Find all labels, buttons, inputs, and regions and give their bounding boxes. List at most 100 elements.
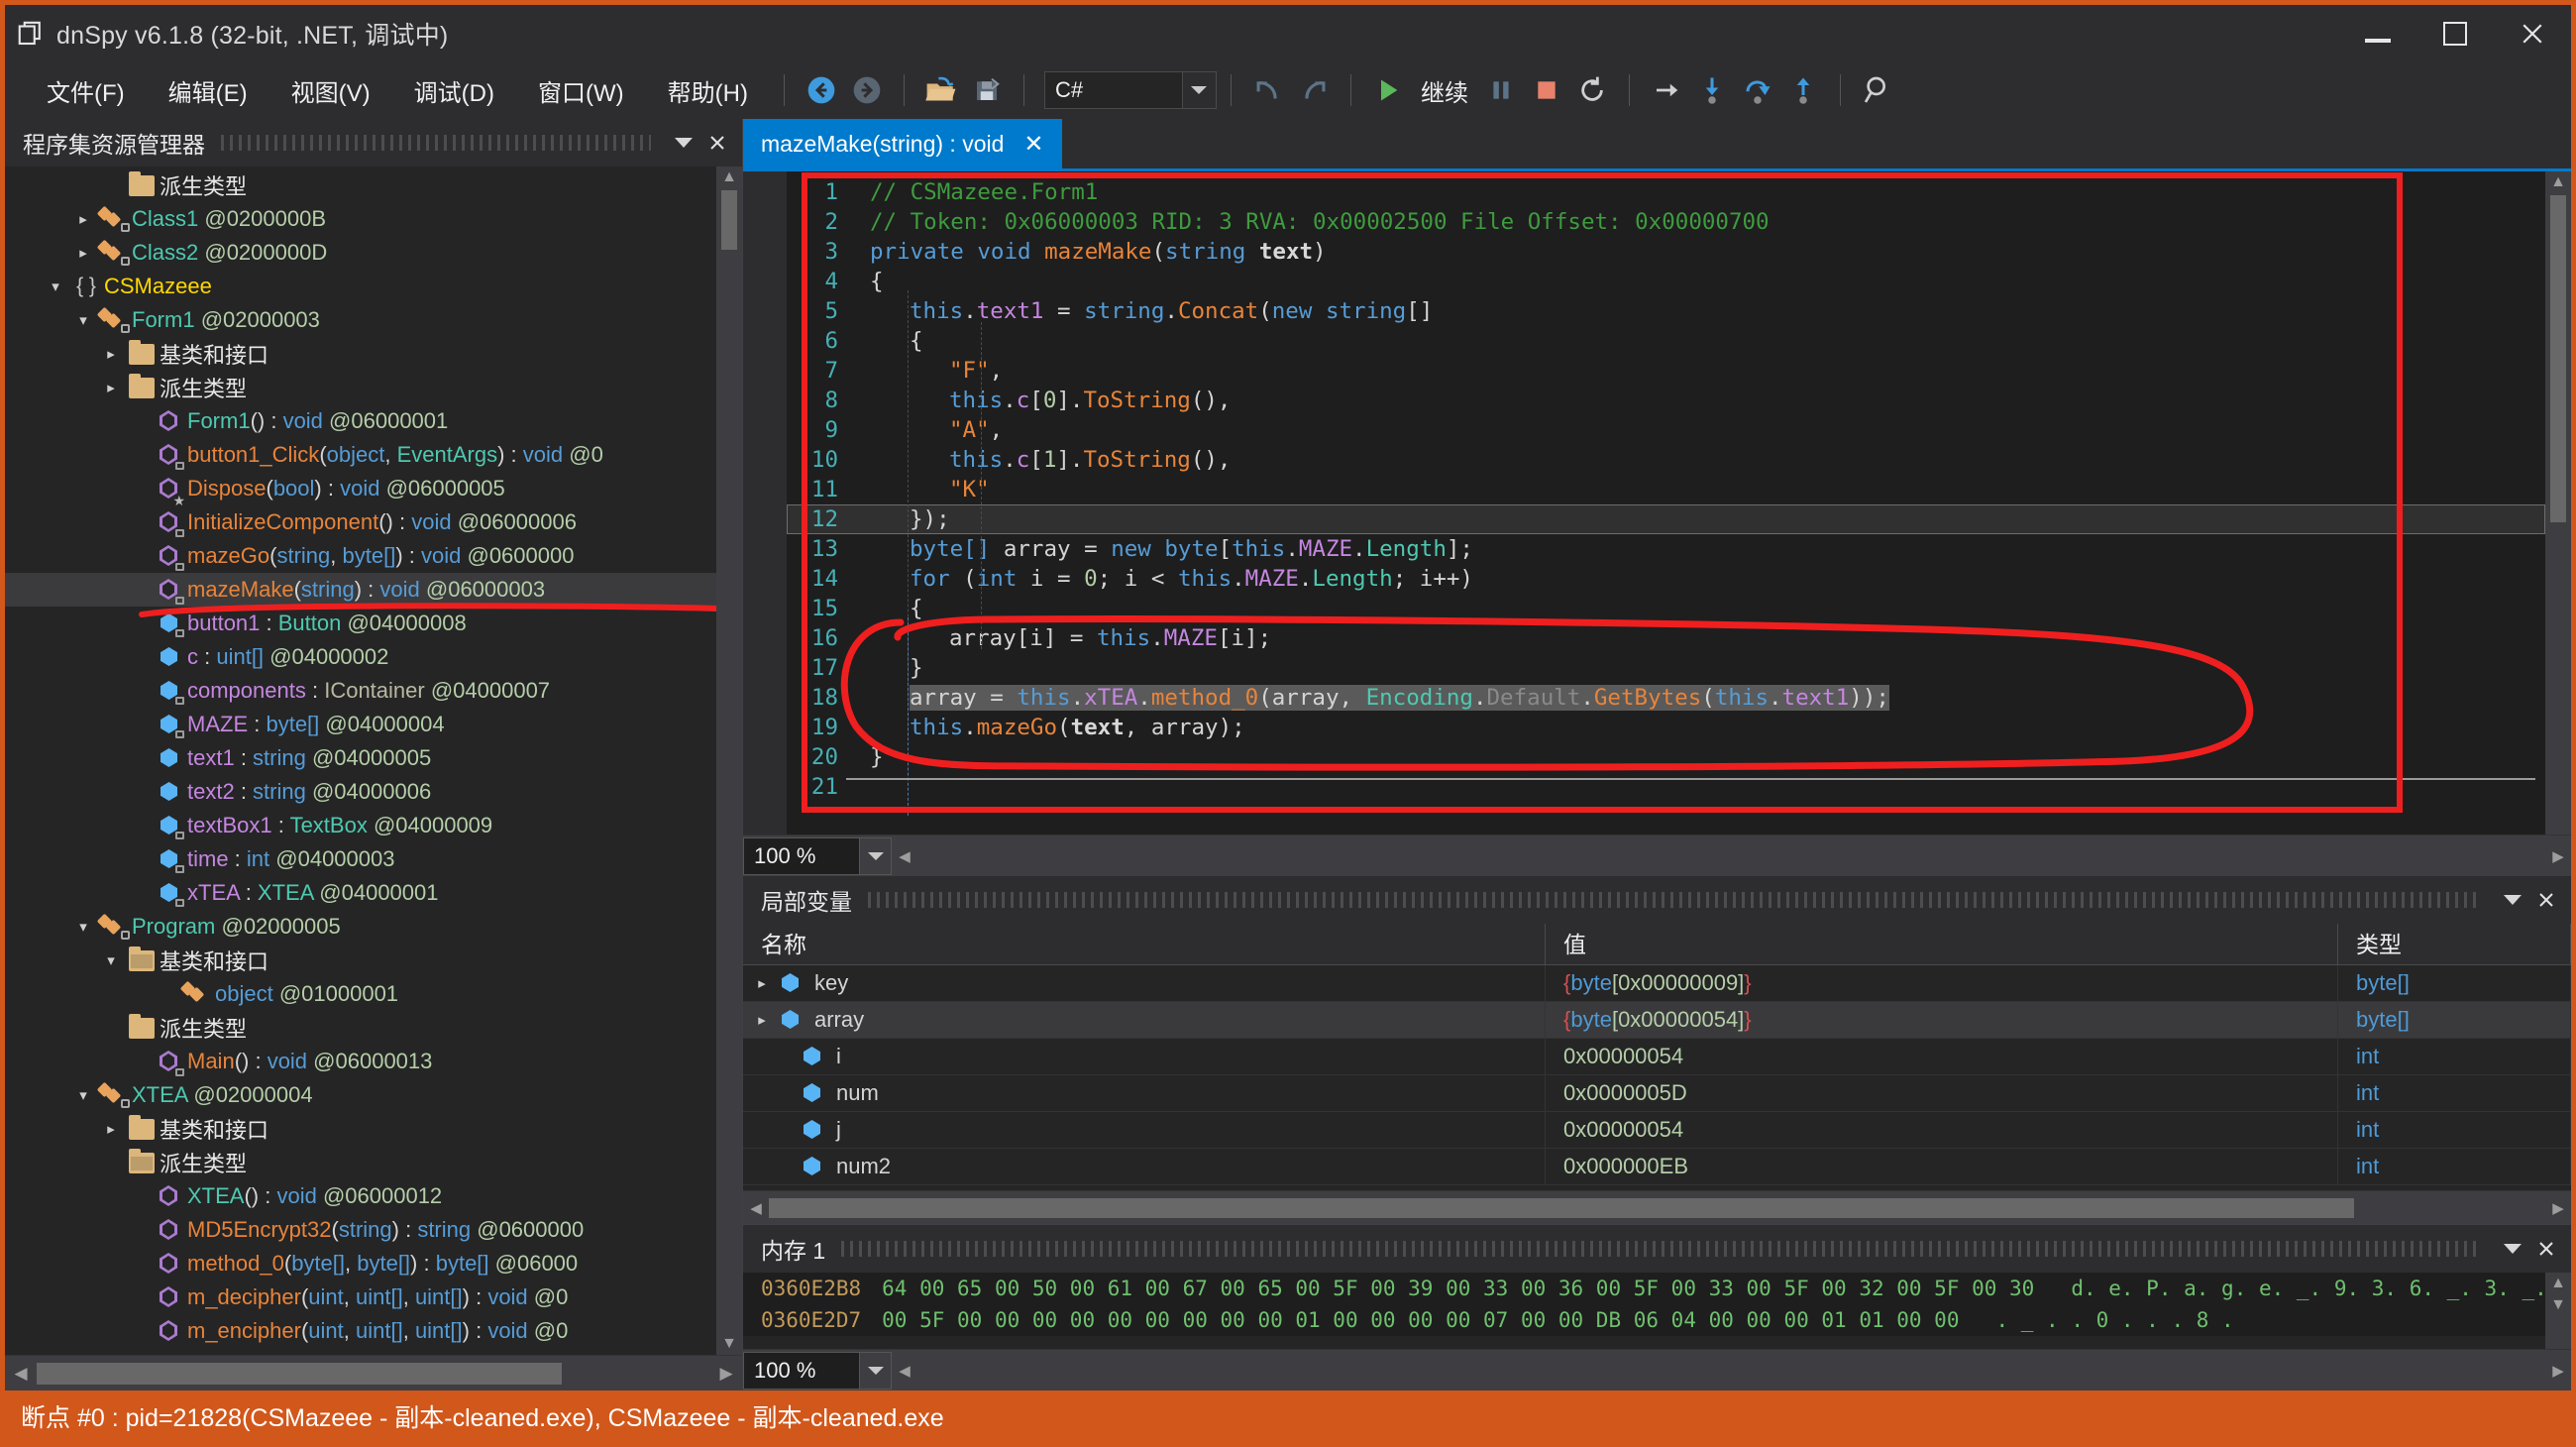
tree-item[interactable]: 基类和接口 [5, 1112, 716, 1146]
tree-item[interactable]: mazeMake(string) : void @06000003 [5, 573, 716, 607]
locals-hscroll-left-icon[interactable]: ◀ [743, 1199, 769, 1217]
tree-item[interactable]: 派生类型 [5, 1011, 716, 1045]
expand-twisty-icon[interactable] [70, 210, 96, 228]
minimize-button[interactable] [2339, 5, 2416, 61]
editor-hscroll-left-icon[interactable]: ◀ [892, 847, 917, 865]
collapse-twisty-icon[interactable] [70, 1086, 96, 1104]
tree-item[interactable]: object @01000001 [5, 977, 716, 1011]
scroll-thumb[interactable] [721, 190, 737, 250]
expand-twisty-icon[interactable] [98, 379, 124, 396]
code-line[interactable]: 6{ [787, 326, 2545, 356]
tree-item[interactable]: Main() : void @06000013 [5, 1045, 716, 1078]
stop-button[interactable] [1524, 68, 1569, 112]
tree-item[interactable]: components : IContainer @04000007 [5, 674, 716, 708]
editor-hscroll-right-icon[interactable]: ▶ [2545, 847, 2571, 865]
locals-hscroll-right-icon[interactable]: ▶ [2545, 1199, 2571, 1217]
code-line[interactable]: 14 for (int i = 0; i < this.MAZE.Length; … [787, 564, 2545, 594]
tree-item[interactable]: XTEA() : void @06000012 [5, 1179, 716, 1213]
tree-item[interactable]: textBox1 : TextBox @04000009 [5, 809, 716, 842]
continue-label[interactable]: 继续 [1411, 73, 1478, 108]
tree-item[interactable]: 基类和接口 [5, 944, 716, 977]
locals-close-button[interactable] [2529, 882, 2563, 918]
locals-row[interactable]: j 0x00000054 int [743, 1111, 2571, 1149]
menu-debug[interactable]: 调试(D) [392, 67, 516, 114]
locals-rows[interactable]: ▸ key {byte [0x00000009]} byte[] ▸ array {byte[… [743, 965, 2571, 1190]
redo-button[interactable] [1291, 68, 1337, 112]
menu-edit[interactable]: 编辑(E) [147, 67, 269, 114]
memory-zoom-chevron-down-icon[interactable] [860, 1351, 892, 1390]
expand-twisty-icon[interactable] [98, 345, 124, 363]
code-line[interactable]: 4{ [787, 267, 2545, 296]
locals-row[interactable]: ▸ key {byte [0x00000009]} byte[] [743, 965, 2571, 1002]
code-line[interactable]: 2 // Token: 0x06000003 RID: 3 RVA: 0x0000… [787, 207, 2545, 237]
code-line[interactable]: 17} [787, 653, 2545, 683]
step-into-button[interactable] [1689, 68, 1735, 112]
memory-hscroll-left-icon[interactable]: ◀ [892, 1362, 917, 1380]
save-button[interactable] [964, 68, 1010, 112]
tab-close-icon[interactable]: ✕ [1018, 130, 1049, 159]
editor-bookmark-column[interactable] [743, 171, 787, 835]
menu-file[interactable]: 文件(F) [25, 67, 147, 114]
code-content[interactable]: 1 // CSMazeee.Form1 2 // Token: 0x06000003 … [787, 171, 2545, 816]
chevron-down-icon[interactable] [1182, 71, 1217, 109]
code-line[interactable]: 7 "F", [787, 356, 2545, 386]
tree-item[interactable]: text2 : string @04000006 [5, 775, 716, 809]
editor-zoom-chevron-down-icon[interactable] [860, 836, 892, 875]
language-selector[interactable]: C# [1043, 71, 1217, 109]
code-line[interactable]: 5 this.text1 = string.Concat(new string[] [787, 296, 2545, 326]
code-line[interactable]: 1 // CSMazeee.Form1 [787, 177, 2545, 207]
undo-button[interactable] [1245, 68, 1291, 112]
panel-close-button[interactable] [700, 125, 734, 161]
tree-item[interactable]: { } CSMazeee [5, 270, 716, 303]
tree-item[interactable]: text1 : string @04000005 [5, 741, 716, 775]
menu-help[interactable]: 帮助(H) [646, 67, 770, 114]
code-line[interactable]: 10 this.c[1].ToString(), [787, 445, 2545, 475]
memory-vertical-scrollbar[interactable]: ▲ ▼ [2545, 1273, 2571, 1349]
pause-button[interactable] [1478, 68, 1524, 112]
locals-value[interactable]: {byte [0x00000009]} [1546, 965, 2338, 1002]
menu-window[interactable]: 窗口(W) [516, 67, 646, 114]
locals-horizontal-scrollbar[interactable]: ◀ ▶ [743, 1190, 2571, 1224]
tree-item[interactable]: 基类和接口 [5, 337, 716, 371]
tree-item[interactable]: m_encipher(uint, uint[], uint[]) : void … [5, 1314, 716, 1348]
scroll-right-icon[interactable]: ▶ [710, 1364, 742, 1384]
locals-value[interactable]: 0x0000005D [1546, 1074, 2338, 1112]
tree-item[interactable]: MAZE : byte[] @04000004 [5, 708, 716, 741]
row-expand-icon[interactable]: ▸ [747, 1011, 777, 1029]
locals-row[interactable]: i 0x00000054 int [743, 1038, 2571, 1075]
step-over-button[interactable] [1644, 68, 1689, 112]
search-button[interactable] [1855, 68, 1900, 112]
code-line[interactable]: 16 array[i] = this.MAZE[i]; [787, 623, 2545, 653]
locals-value[interactable]: 0x00000054 [1546, 1038, 2338, 1075]
code-line[interactable]: 20} [787, 742, 2545, 772]
locals-value[interactable]: 0x00000054 [1546, 1111, 2338, 1149]
tree-item[interactable]: Form1() : void @06000001 [5, 404, 716, 438]
tab-mazemake[interactable]: mazeMake(string) : void ✕ [743, 119, 1062, 168]
expand-twisty-icon[interactable] [70, 244, 96, 262]
editor-scroll-thumb[interactable] [2550, 195, 2566, 522]
collapse-twisty-icon[interactable] [70, 918, 96, 936]
language-value[interactable]: C# [1043, 71, 1183, 109]
scroll-up-icon[interactable]: ▲ [721, 167, 737, 188]
forward-button[interactable] [844, 68, 890, 112]
tree-item[interactable]: 派生类型 [5, 371, 716, 404]
locals-value[interactable]: 0x000000EB [1546, 1148, 2338, 1185]
collapse-twisty-icon[interactable] [43, 278, 68, 295]
tree-item[interactable]: method_0(byte[], byte[]) : byte[] @06000 [5, 1247, 716, 1280]
panel-menu-button[interactable] [667, 125, 700, 161]
memory-hscroll-right-icon[interactable]: ▶ [2545, 1362, 2571, 1380]
tree-item[interactable]: time : int @04000003 [5, 842, 716, 876]
tree-item[interactable]: mazeGo(string, byte[]) : void @0600000 [5, 539, 716, 573]
tree-item[interactable]: xTEA : XTEA @04000001 [5, 876, 716, 910]
tree-item[interactable]: Program @02000005 [5, 910, 716, 944]
tree-item[interactable]: InitializeComponent() : void @06000006 [5, 505, 716, 539]
tree-vertical-scrollbar[interactable]: ▲ ▼ [716, 167, 742, 1355]
code-line[interactable]: 21 [787, 772, 2545, 802]
memory-bytes[interactable]: 00 5F 00 00 00 00 00 00 00 00 00 01 00 0… [882, 1304, 1959, 1336]
tree-item[interactable]: 派生类型 [5, 1146, 716, 1179]
code-line[interactable]: 12}); [787, 504, 2545, 534]
scroll-left-icon[interactable]: ◀ [5, 1364, 37, 1384]
memory-close-button[interactable] [2529, 1231, 2563, 1267]
tree-item[interactable]: button1_Click(object, EventArgs) : void … [5, 438, 716, 472]
column-header-type[interactable]: 类型 [2338, 923, 2571, 965]
